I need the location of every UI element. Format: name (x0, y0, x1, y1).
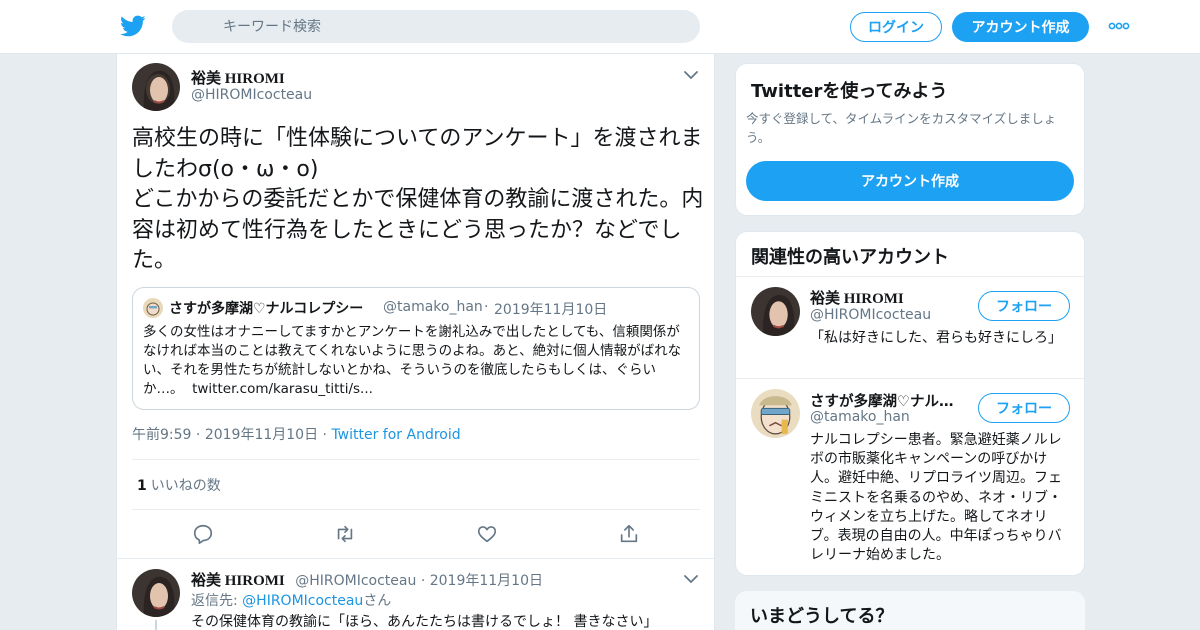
like-count[interactable]: 1 いいねの数 (137, 475, 221, 495)
reply-author-handle[interactable]: @HIROMIcocteau (295, 573, 416, 589)
top-navigation-bar: ログイン アカウント作成 (0, 0, 1200, 54)
follow-button[interactable]: フォロー (978, 393, 1070, 423)
separator-dot: · (420, 573, 426, 589)
search-input[interactable] (172, 10, 700, 43)
reply-text: その保健体育の教諭に「ほら、あんたたちは書けるでしょ！ 書きなさい」 (191, 614, 658, 630)
tweet-time[interactable]: 午前9:59 (132, 427, 191, 443)
quoted-tweet[interactable]: さすが多摩湖♡ナルコレプシー @tamako_han · 2019年11月10日… (132, 287, 700, 410)
signup-subtitle: 今すぐ登録して、タイムラインをカスタマイズしましょう。 (746, 111, 1057, 145)
like-icon[interactable] (476, 523, 498, 545)
reply-date[interactable]: 2019年11月10日 (430, 573, 543, 589)
reply-header: 裕美 HIROMI @HIROMIcocteau · 2019年11月10日 (191, 569, 543, 590)
account-name[interactable]: 裕美 HIROMI (810, 287, 904, 308)
trends-card: いまどうしてる？ (735, 591, 1085, 630)
reply-author-name[interactable]: 裕美 HIROMI (191, 573, 285, 589)
avatar[interactable] (751, 287, 800, 336)
account-handle[interactable]: @HIROMIcocteau (810, 307, 931, 323)
card-title: Twitterを使ってみよう (751, 81, 948, 102)
divider (736, 378, 1084, 379)
more-dots-icon[interactable] (1108, 19, 1130, 33)
chevron-down-icon[interactable] (683, 69, 699, 81)
separator-dot: · (484, 299, 489, 315)
avatar[interactable] (751, 389, 800, 438)
tweet-author-name[interactable]: 裕美 HIROMI (191, 67, 285, 88)
card-title: いまどうしてる？ (750, 606, 894, 627)
chevron-down-icon[interactable] (683, 573, 699, 585)
tweet-text: 高校生の時に「性体験についてのアンケート」を渡されましたわσ(o・ω・o) どこ… (132, 126, 704, 273)
signup-button[interactable]: アカウント作成 (952, 12, 1089, 42)
signup-card: Twitterを使ってみよう 今すぐ登録して、タイムラインをカスタマイズしましょ… (735, 63, 1085, 216)
tweet-author-handle[interactable]: @HIROMIcocteau (191, 87, 312, 103)
tweet-date[interactable]: 2019年11月10日 (205, 427, 318, 443)
card-title: 関連性の高いアカウント (751, 247, 949, 268)
reply-to-label: 返信先: (191, 593, 238, 609)
account-bio: ナルコレプシー患者。緊急避妊薬ノルレボの市販薬化キャンペーンの呼びかけ人。避妊中… (810, 432, 1062, 564)
divider (132, 509, 700, 510)
quoted-date: 2019年11月10日 (494, 302, 608, 318)
account-bio: 「私は好きにした、君らも好きにしろ」 (810, 330, 1062, 346)
related-accounts-card: 関連性の高いアカウント 裕美 HIROMI @HIROMIcocteau フォロ… (735, 231, 1085, 576)
like-count-label: いいねの数 (150, 478, 221, 494)
share-icon[interactable] (618, 523, 640, 545)
divider (117, 558, 714, 559)
quoted-text: 多くの女性はオナニーしてますかとアンケートを謝礼込みで出したとしても、信頼関係が… (143, 323, 693, 399)
tweet-column: 裕美 HIROMI @HIROMIcocteau 高校生の時に「性体験についての… (116, 54, 715, 630)
avatar[interactable] (132, 569, 180, 617)
follow-button[interactable]: フォロー (978, 291, 1070, 321)
reply-to-suffix: さん (363, 593, 392, 609)
tweet-source[interactable]: Twitter for Android (331, 427, 460, 443)
thread-line (155, 620, 157, 630)
separator-dot: · (322, 427, 327, 443)
quoted-author-name: さすが多摩湖♡ナルコレプシー (169, 301, 364, 317)
twitter-bird-icon[interactable] (119, 13, 147, 39)
quoted-author-handle: @tamako_han (383, 299, 483, 315)
tweet-metadata: 午前9:59 · 2019年11月10日 · Twitter for Andro… (132, 424, 461, 444)
login-button[interactable]: ログイン (850, 12, 942, 42)
avatar (143, 298, 163, 318)
reply-to-handle[interactable]: @HIROMIcocteau (242, 593, 363, 609)
like-count-value: 1 (137, 478, 147, 494)
quoted-link[interactable]: twitter.com/karasu_titti/s... (192, 381, 373, 397)
reply-to-line: 返信先: @HIROMIcocteauさん (191, 590, 391, 610)
divider (736, 276, 1084, 277)
separator-dot: · (195, 427, 201, 443)
account-name[interactable]: さすが多摩湖♡ナル… (810, 390, 954, 411)
signup-button[interactable]: アカウント作成 (746, 161, 1074, 201)
divider (132, 459, 700, 460)
account-handle[interactable]: @tamako_han (810, 409, 910, 425)
retweet-icon[interactable] (334, 523, 356, 545)
reply-icon[interactable] (192, 523, 214, 545)
avatar[interactable] (132, 63, 180, 111)
